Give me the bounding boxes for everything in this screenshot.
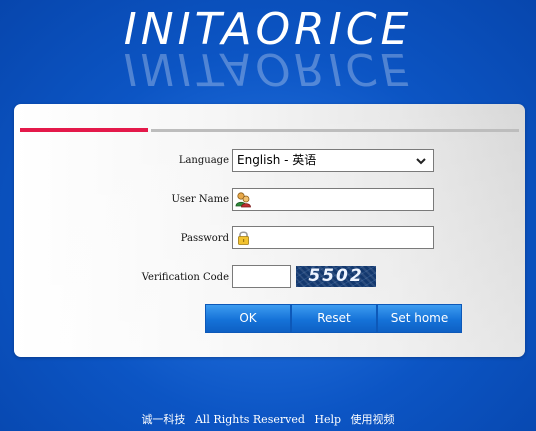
footer-video-link[interactable]: 使用视频 xyxy=(351,413,395,426)
footer-rights: All Rights Reserved xyxy=(194,413,305,426)
brand-logo-reflection: INITAORICE xyxy=(123,48,413,94)
user-icon xyxy=(235,192,251,208)
language-label: Language xyxy=(178,155,229,166)
captcha-image[interactable]: 5502 xyxy=(296,266,376,287)
chevron-down-icon xyxy=(416,158,426,165)
footer-company: 诚一科技 xyxy=(141,413,186,426)
language-selected-value: English - 英语 xyxy=(237,153,317,167)
set-home-button[interactable]: Set home xyxy=(377,304,462,333)
ok-button[interactable]: OK xyxy=(205,304,291,333)
lock-icon xyxy=(238,231,249,245)
captcha-text: 5502 xyxy=(308,266,364,286)
username-label: User Name xyxy=(171,194,229,205)
password-label: Password xyxy=(180,233,229,244)
footer: 诚一科技 All Rights Reserved Help 使用视频 xyxy=(0,411,536,427)
reset-button[interactable]: Reset xyxy=(291,304,377,333)
verification-code-input[interactable] xyxy=(232,265,291,288)
footer-help-link[interactable]: Help xyxy=(314,413,341,426)
accent-bar-red xyxy=(20,128,148,132)
verification-label: Verification Code xyxy=(141,272,229,283)
username-input[interactable] xyxy=(232,188,434,211)
accent-bar-gray xyxy=(151,129,519,132)
language-select[interactable]: English - 英语 xyxy=(232,149,434,172)
password-input[interactable] xyxy=(232,226,434,249)
